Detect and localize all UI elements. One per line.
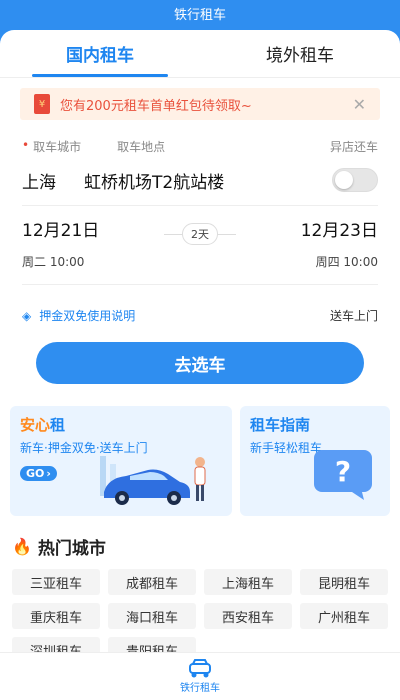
city-chip[interactable]: 昆明租车	[300, 569, 388, 595]
city-select[interactable]: 上海	[22, 168, 84, 193]
svg-text:?: ?	[335, 455, 351, 488]
place-select[interactable]: 虹桥机场T2航站楼	[84, 168, 332, 193]
promo-left-title: 安心租	[20, 414, 222, 435]
coupon-notice[interactable]: ¥ 您有200元租车首单红包待领取~ ✕	[20, 88, 380, 120]
booking-sheet: 国内租车 境外租车 ¥ 您有200元租车首单红包待领取~ ✕ • 取车城市 取车…	[0, 30, 400, 700]
date-row: 12月21日 周二 10:00 2天 12月23日 周四 10:00	[0, 206, 400, 270]
close-icon[interactable]: ✕	[349, 95, 370, 114]
app-title: 铁行租车	[173, 7, 226, 23]
city-chip[interactable]: 海口租车	[108, 603, 196, 629]
tab-overseas[interactable]: 境外租车	[200, 30, 400, 77]
city-chip[interactable]: 成都租车	[108, 569, 196, 595]
tab-domestic[interactable]: 国内租车	[0, 30, 200, 77]
nav-label: 铁行租车	[180, 683, 220, 694]
pickup-place-label: 取车地点	[117, 140, 166, 154]
hot-cities-header: 🔥 热门城市	[0, 534, 400, 559]
location-labels: • 取车城市 取车地点 异店还车	[0, 120, 400, 155]
return-weekday-time: 周四 10:00	[315, 255, 378, 269]
flame-icon: 🔥	[12, 537, 32, 556]
deposit-text: 押金双免使用说明	[39, 309, 136, 323]
location-row: 上海 虹桥机场T2航站楼	[0, 155, 400, 195]
promo-left-title-part2: 租	[50, 416, 66, 434]
pickup-date-block[interactable]: 12月21日 周二 10:00	[22, 216, 142, 270]
deposit-icon: ◈	[22, 308, 32, 323]
duration-indicator: 2天	[142, 198, 258, 270]
diff-return-label: 异店还车	[329, 140, 378, 154]
go-chip[interactable]: GO ›	[20, 466, 57, 481]
diff-return-toggle[interactable]	[332, 168, 378, 192]
anxin-promo-card[interactable]: 安心租 新车·押金双免·送车上门 GO ›	[10, 406, 232, 516]
question-bubble-icon: ?	[314, 450, 372, 500]
duration-pill: 2天	[182, 223, 218, 245]
select-car-button[interactable]: 去选车	[36, 342, 364, 384]
return-date-block[interactable]: 12月23日 周四 10:00	[258, 216, 378, 270]
city-chip[interactable]: 西安租车	[204, 603, 292, 629]
notice-text: 您有200元租车首单红包待领取~	[60, 98, 252, 114]
hot-cities-title: 热门城市	[37, 539, 106, 559]
red-packet-icon: ¥	[34, 94, 50, 114]
guide-promo-card[interactable]: 租车指南 新手轻松租车 ?	[240, 406, 390, 516]
info-row: ◈ 押金双免使用说明 送车上门	[0, 285, 400, 324]
pickup-city-label: 取车城市	[33, 140, 82, 154]
city-chip[interactable]: 重庆租车	[12, 603, 100, 629]
city-chip[interactable]: 上海租车	[204, 569, 292, 595]
deposit-info[interactable]: ◈ 押金双免使用说明	[22, 307, 135, 324]
pickup-date: 12月21日	[22, 221, 100, 241]
city-chip[interactable]: 广州租车	[300, 603, 388, 629]
promo-right-title: 租车指南	[250, 416, 311, 434]
promo-cards: 安心租 新车·押金双免·送车上门 GO › 租车指南 新手轻松租车 ?	[0, 406, 400, 516]
return-date: 12月23日	[300, 221, 378, 241]
hot-city-grid: 三亚租车 成都租车 上海租车 昆明租车 重庆租车 海口租车 西安租车 广州租车 …	[0, 569, 400, 663]
go-chip-label: GO	[26, 467, 45, 480]
car-icon	[189, 659, 211, 678]
rental-tabs: 国内租车 境外租车	[0, 30, 400, 78]
pickup-weekday-time: 周二 10:00	[22, 255, 85, 269]
nav-item-home[interactable]: 铁行租车	[180, 659, 220, 694]
bottom-nav: 铁行租车	[0, 652, 400, 700]
promo-left-title-part1: 安心	[20, 416, 51, 434]
car-illustration	[100, 456, 206, 505]
city-chip[interactable]: 三亚租车	[12, 569, 100, 595]
delivery-text[interactable]: 送车上门	[330, 307, 378, 324]
required-dot-icon: •	[22, 138, 30, 152]
chevron-right-icon: ›	[46, 467, 51, 480]
